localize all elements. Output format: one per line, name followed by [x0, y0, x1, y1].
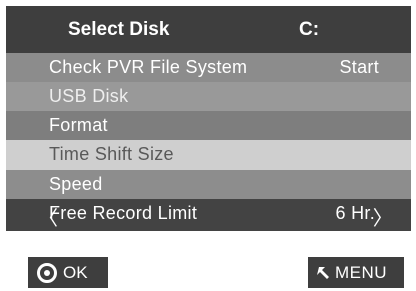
- chevron-right-icon[interactable]: 〉: [373, 202, 393, 231]
- header-bar[interactable]: Select Disk C:: [6, 6, 411, 53]
- return-arrow-icon: [317, 267, 329, 279]
- menu-item-label: Speed: [49, 174, 103, 194]
- menu-item-usb-disk[interactable]: USB Disk: [6, 82, 411, 111]
- menu-item-format[interactable]: Format: [6, 111, 411, 140]
- ok-circle-icon: [37, 263, 57, 283]
- menu-item-label: USB Disk: [49, 86, 129, 106]
- menu-item-free-record-limit[interactable]: 〈 Free Record Limit 6 Hr. 〉: [6, 199, 411, 231]
- menu-item-label: Time Shift Size: [49, 144, 174, 164]
- menu-item-time-shift-size[interactable]: Time Shift Size: [6, 140, 411, 170]
- menu-button[interactable]: MENU: [308, 257, 404, 288]
- menu-item-label: Format: [49, 115, 108, 135]
- pvr-settings-panel: Select Disk C: Check PVR File System Sta…: [6, 6, 411, 290]
- ok-button[interactable]: OK: [28, 257, 108, 288]
- menu-item-label: Free Record Limit: [49, 203, 198, 223]
- menu-button-label: MENU: [335, 263, 388, 282]
- menu-item-value: Start: [339, 57, 379, 77]
- menu-item-check-pvr-file-system[interactable]: Check PVR File System Start: [6, 53, 411, 82]
- menu-item-label: Check PVR File System: [49, 57, 248, 77]
- menu-item-value: 6 Hr.: [335, 203, 375, 223]
- select-disk-label: Select Disk: [68, 19, 170, 40]
- selected-drive-value: C:: [299, 19, 320, 40]
- ok-button-label: OK: [63, 263, 88, 282]
- menu-item-speed[interactable]: Speed: [6, 170, 411, 199]
- footer-bar: OK MENU: [6, 254, 411, 290]
